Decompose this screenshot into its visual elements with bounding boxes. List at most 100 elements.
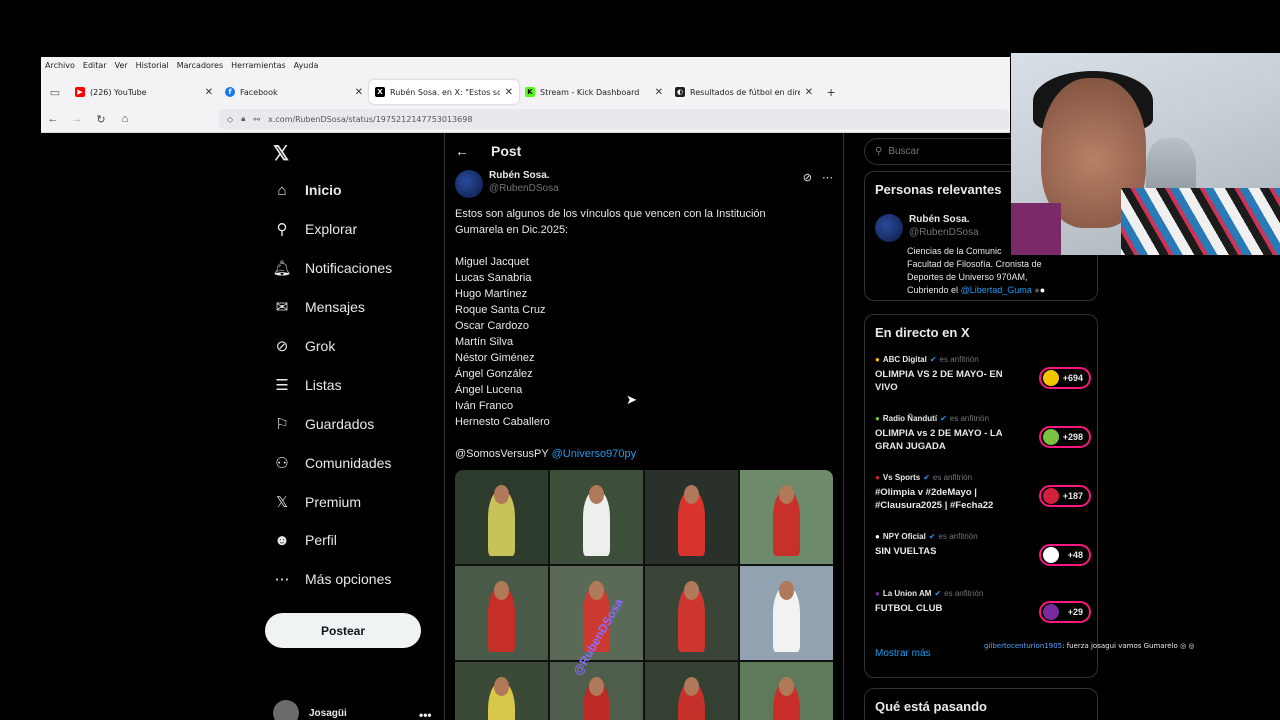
nav-mas-opciones[interactable]: ⋯ Más opciones	[273, 570, 392, 588]
player-photo[interactable]	[740, 662, 833, 720]
live-title: SIN VUELTAS	[875, 546, 937, 557]
menu-editar[interactable]: Editar	[83, 61, 107, 70]
host-name: Radio Ñandutí	[882, 414, 938, 423]
more-icon[interactable]: ⋯	[822, 171, 833, 184]
close-icon[interactable]: ✕	[805, 87, 813, 98]
nav-label: Guardados	[305, 416, 375, 432]
verified-icon: ✔	[934, 589, 942, 598]
live-listeners-pill[interactable]: +29	[1039, 601, 1091, 623]
nav-notificaciones[interactable]: 🔔︎ Notificaciones	[272, 259, 392, 277]
communities-icon: ⚇	[275, 455, 289, 472]
nav-guardados[interactable]: ⚐ Guardados	[273, 415, 374, 433]
relevant-name[interactable]: Rubén Sosa.	[909, 214, 979, 225]
mail-icon: ✉	[275, 299, 289, 316]
player-photo[interactable]	[645, 470, 738, 564]
url-text[interactable]: x.com/RubenDSosa/status/1975212147753013…	[268, 115, 472, 124]
tab-youtube[interactable]: ▶ (226) YouTube ✕	[69, 80, 219, 104]
live-listeners-pill[interactable]: +187	[1039, 485, 1091, 507]
player-photo[interactable]	[550, 470, 643, 564]
mention-link[interactable]: @SomosVersusPY	[455, 448, 549, 460]
relevant-handle[interactable]: @RubenDSosa	[909, 227, 979, 238]
x-logo-icon[interactable]: 𝕏	[273, 141, 289, 166]
menu-historial[interactable]: Historial	[136, 61, 169, 70]
avatar[interactable]	[455, 170, 483, 198]
nav-comunidades[interactable]: ⚇ Comunidades	[273, 454, 391, 472]
bio-line: Deportes de Universo 970AM,	[907, 272, 1028, 282]
home-icon: ⌂	[277, 181, 287, 199]
live-host: ● Radio Ñandutí ✔ es anfitrión	[875, 414, 1091, 423]
player-photo[interactable]	[645, 662, 738, 720]
post-author[interactable]: Rubén Sosa. @RubenDSosa	[455, 170, 559, 198]
nav-mensajes[interactable]: ✉ Mensajes	[273, 298, 365, 316]
home-icon[interactable]: ⌂	[113, 113, 137, 125]
nav-explorar[interactable]: ⚲ Explorar	[273, 220, 358, 238]
grok-icon[interactable]: ⊘	[803, 171, 812, 184]
shield-icon[interactable]: ◇	[227, 115, 233, 124]
live-listeners-pill[interactable]: +694	[1039, 367, 1091, 389]
menu-ayuda[interactable]: Ayuda	[294, 61, 319, 70]
live-listeners-pill[interactable]: +48	[1039, 544, 1091, 566]
live-listeners-pill[interactable]: +298	[1039, 426, 1091, 448]
tab-resultados[interactable]: ◐ Resultados de fútbol en directo ✕	[669, 80, 819, 104]
nav-listas[interactable]: ☰ Listas	[273, 376, 341, 394]
lock-icon[interactable]: 🔒︎	[241, 114, 245, 124]
close-icon[interactable]: ✕	[505, 87, 513, 98]
player-name: Oscar Cardozo	[455, 320, 529, 332]
close-icon[interactable]: ✕	[205, 87, 213, 98]
player-name: Hernesto Caballero	[455, 416, 550, 428]
reload-icon[interactable]: ↻	[89, 113, 113, 126]
site-info-icon[interactable]: ⚯	[253, 115, 260, 124]
avatar[interactable]	[875, 214, 903, 242]
mention-link[interactable]: @Universo970py	[552, 448, 637, 460]
tab-kick[interactable]: K Stream - Kick Dashboard ✕	[519, 80, 669, 104]
search-placeholder[interactable]: Buscar	[888, 146, 919, 157]
player-photo[interactable]	[550, 662, 643, 720]
author-handle[interactable]: @RubenDSosa	[489, 183, 559, 194]
player-photo[interactable]	[740, 470, 833, 564]
menu-marcadores[interactable]: Marcadores	[177, 61, 223, 70]
live-space-item[interactable]: ● Vs Sports ✔ es anfitrión #Olimpia v #2deM…	[875, 473, 1091, 512]
nav-inicio[interactable]: ⌂ Inicio	[273, 181, 341, 199]
verified-icon: ✔	[928, 532, 936, 541]
player-photo[interactable]	[740, 566, 833, 660]
player-photo[interactable]	[455, 566, 548, 660]
tab-x-post[interactable]: X Rubén Sosa. en X: "Estos son al ✕	[369, 80, 519, 104]
url-bar[interactable]: ◇ 🔒︎ ⚯ x.com/RubenDSosa/status/197521214…	[219, 109, 1009, 129]
tab-list-icon[interactable]: ▭	[41, 86, 69, 99]
tab-title: Facebook	[240, 87, 278, 97]
tab-facebook[interactable]: f Facebook ✕	[219, 80, 369, 104]
nav-grok[interactable]: ⊘ Grok	[273, 337, 336, 355]
bookmark-icon: ⚐	[275, 416, 289, 433]
back-arrow-icon[interactable]: ←	[455, 143, 469, 159]
live-space-item[interactable]: ● Radio Ñandutí ✔ es anfitrión OLIMPIA vs 2…	[875, 414, 1091, 453]
back-icon[interactable]: ←	[41, 113, 65, 125]
player-photo[interactable]	[455, 662, 548, 720]
nav-label: Más opciones	[305, 571, 392, 587]
relevant-user[interactable]: Rubén Sosa. @RubenDSosa	[875, 214, 979, 242]
menu-archivo[interactable]: Archivo	[45, 61, 75, 70]
close-icon[interactable]: ✕	[355, 87, 363, 98]
host-avatar-icon: ●	[875, 355, 880, 364]
post-media-collage[interactable]: @RubenDSosa	[455, 470, 833, 720]
more-icon[interactable]: •••	[419, 708, 432, 720]
forward-icon[interactable]: →	[65, 113, 89, 125]
live-host: ● ABC Digital ✔ es anfitrión	[875, 355, 1091, 364]
player-name: Ángel Lucena	[455, 384, 523, 396]
nav-premium[interactable]: 𝕏 Premium	[273, 493, 361, 511]
player-photo[interactable]	[645, 566, 738, 660]
mouse-cursor-icon: ➤	[626, 392, 637, 407]
menu-herramientas[interactable]: Herramientas	[231, 61, 286, 70]
new-tab-button[interactable]: +	[827, 84, 835, 100]
post-button[interactable]: Postear	[265, 613, 421, 648]
live-space-item[interactable]: ● ABC Digital ✔ es anfitrión OLIMPIA VS 2 D…	[875, 355, 1091, 394]
live-space-item[interactable]: ● La Union AM ✔ es anfitrión FUTBOL CLUB +2…	[875, 589, 1091, 623]
mention-link[interactable]: @Libertad_Guma	[961, 285, 1032, 295]
player-photo[interactable]	[455, 470, 548, 564]
account-switcher[interactable]: Josagüi •••	[273, 700, 432, 720]
nav-perfil[interactable]: ☻ Perfil	[273, 531, 337, 549]
live-space-item[interactable]: ● NPY Oficial ✔ es anfitrión SIN VUELTAS +4…	[875, 532, 1091, 566]
author-name[interactable]: Rubén Sosa.	[489, 170, 559, 181]
show-more-link[interactable]: Mostrar más	[875, 648, 931, 659]
menu-ver[interactable]: Ver	[115, 61, 128, 70]
close-icon[interactable]: ✕	[655, 87, 663, 98]
